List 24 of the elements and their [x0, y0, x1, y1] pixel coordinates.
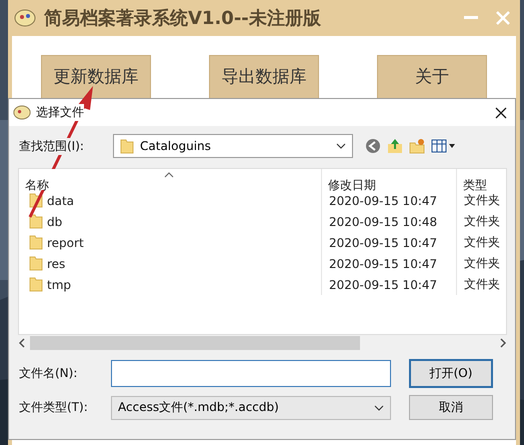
date-cell: 2020-09-15 10:47 [321, 253, 456, 274]
look-in-label: 查找范围(I): [19, 138, 84, 154]
file-name-label: 文件名(N): [19, 365, 78, 382]
file-type-dropdown[interactable]: Access文件(*.mdb;*.accdb) [111, 396, 391, 420]
file-name-cell[interactable]: tmp [19, 274, 321, 295]
date-cell: 2020-09-15 10:47 [321, 190, 456, 211]
open-button[interactable]: 打开(O) [409, 359, 493, 388]
file-name-cell[interactable]: report [19, 232, 321, 253]
type-cell: 文件夹 [456, 253, 506, 274]
type-cell: 文件夹 [456, 232, 506, 253]
file-name-cell[interactable]: db [19, 211, 321, 232]
date-cell: 2020-09-15 10:47 [321, 274, 456, 295]
dialog-title: 选择文件 [36, 104, 84, 121]
file-name-cell[interactable]: data [19, 190, 321, 211]
cancel-button[interactable]: 取消 [409, 395, 493, 420]
date-cell: 2020-09-15 10:48 [321, 211, 456, 232]
window-title: 简易档案著录系统V1.0--未注册版 [44, 7, 322, 30]
date-cell: 2020-09-15 10:47 [321, 232, 456, 253]
type-cell: 文件夹 [456, 190, 506, 211]
type-cell: 文件夹 [456, 211, 506, 232]
file-type-label: 文件类型(T): [19, 399, 88, 416]
type-cell: 文件夹 [456, 274, 506, 295]
file-name-cell[interactable]: res [19, 253, 321, 274]
look-in-dropdown[interactable]: Cataloguins [113, 134, 353, 158]
